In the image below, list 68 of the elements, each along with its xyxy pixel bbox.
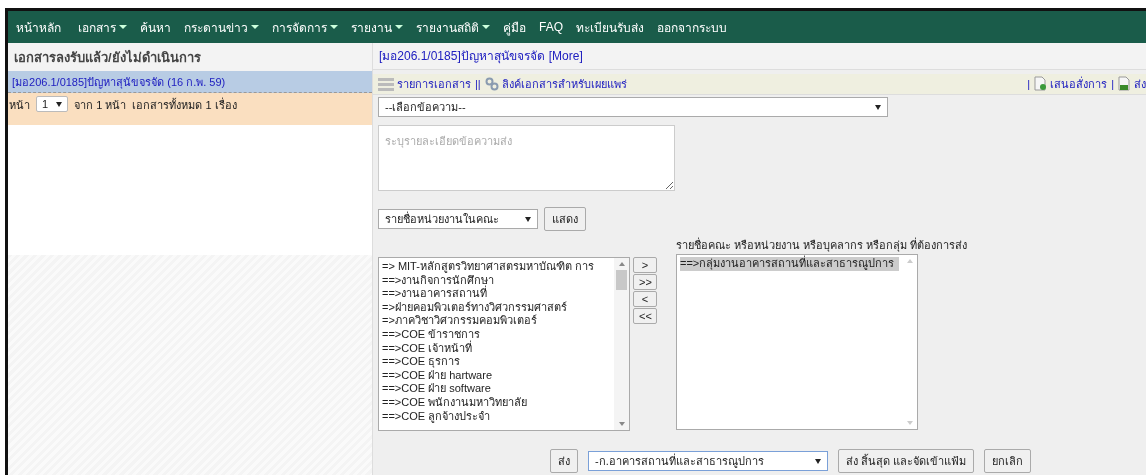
show-button[interactable]: แสดง xyxy=(544,207,586,231)
caret-icon xyxy=(482,25,490,29)
unit-select[interactable]: รายชื่อหน่วยงานในคณะ xyxy=(378,209,538,229)
toolbar-link[interactable]: รายการเอกสาร xyxy=(397,74,471,93)
nav-menu-item[interactable]: ทะเบียนรับส่ง xyxy=(576,17,644,37)
send-button[interactable]: ส่ง xyxy=(550,449,578,473)
toolbar-link[interactable]: ส่ง xyxy=(1134,74,1146,93)
message-detail-field[interactable]: ระบุรายละเอียดข้อความส่ง xyxy=(378,125,675,191)
toolbar-link[interactable]: ลิงค์เอกสารสำหรับเผยแพร่ xyxy=(501,74,627,93)
link-icon xyxy=(484,76,499,91)
caret-icon xyxy=(330,25,338,29)
group-select[interactable]: -ก.อาคารสถานที่และสาธารณูปการ xyxy=(588,451,828,471)
list-icon xyxy=(378,76,394,91)
recipient-option[interactable]: ==>กลุ่มงานอาคารสถานที่และสาธารณูปการ xyxy=(680,257,899,271)
dropdown-arrow-icon xyxy=(56,101,63,107)
send-finish-button[interactable]: ส่ง สิ้นสุด และจัดเข้าแฟ้ม xyxy=(838,449,975,473)
unit-option[interactable]: ==>COE พนักงานมหาวิทยาลัย xyxy=(382,395,611,410)
separator-text: || xyxy=(475,77,481,90)
nav-menu-item[interactable]: การจัดการ xyxy=(272,17,338,37)
document-add-icon xyxy=(1034,76,1048,92)
document-title-link[interactable]: [มอ206.1/0185]ปัญหาสุนัขจรจัด xyxy=(379,46,545,66)
unit-option[interactable]: ==>COE ฝ่าย software xyxy=(382,382,611,396)
page-select[interactable]: 1 xyxy=(36,96,69,112)
caret-icon xyxy=(119,25,127,29)
nav-menu-item[interactable]: คู่มือ xyxy=(503,17,526,37)
transfer-button[interactable]: >> xyxy=(633,274,657,290)
more-link[interactable]: [More] xyxy=(548,48,583,63)
panel-title: เอกสารลงรับแล้ว/ยังไม่ดำเนินการ xyxy=(14,48,201,67)
transfer-button[interactable]: < xyxy=(633,291,657,307)
dropdown-arrow-icon xyxy=(525,216,531,222)
toolbar-link[interactable]: เสนอสั่งการ xyxy=(1050,74,1108,93)
page-count-text: จาก 1 หน้า xyxy=(74,98,127,113)
scrollbar[interactable] xyxy=(614,258,629,430)
dropdown-arrow-icon xyxy=(815,458,821,464)
nav-menu-item[interactable]: FAQ xyxy=(539,20,563,34)
unit-option[interactable]: =>ฝ่ายคอมพิวเตอร์ทางวิศวกรรมศาสตร์ xyxy=(382,300,611,315)
unit-option[interactable]: ==>งานกิจการนักศึกษา xyxy=(382,273,611,288)
separator-text: | xyxy=(1027,77,1031,90)
dropdown-arrow-icon xyxy=(875,104,881,110)
nav-menu-item[interactable]: หน้าหลัก xyxy=(16,17,61,37)
recipient-listbox[interactable]: ==>กลุ่มงานอาคารสถานที่และสาธารณูปการ xyxy=(676,254,918,430)
unit-option[interactable]: ==>COE ข้าราชการ xyxy=(382,327,611,342)
unit-option[interactable]: => MIT-หลักสูตรวิทยาศาสตรมหาบัณฑิต การ xyxy=(382,260,611,274)
nav-menu-item[interactable]: เอกสาร xyxy=(78,17,127,37)
source-listbox[interactable] xyxy=(378,257,630,431)
nav-menu-item[interactable]: ค้นหา xyxy=(140,17,171,37)
transfer-button[interactable]: > xyxy=(633,257,657,273)
unit-option[interactable]: ==>COE ธุรการ xyxy=(382,355,611,369)
page-label: หน้า xyxy=(9,98,30,113)
cancel-button[interactable]: ยกเลิก xyxy=(984,449,1032,473)
unit-option[interactable]: ==>COE เจ้าหน้าที่ xyxy=(382,341,611,356)
unit-option[interactable]: ==>COE ฝ่าย hartware xyxy=(382,368,611,383)
nav-menu-item[interactable]: รายงาน xyxy=(351,17,403,37)
caret-icon xyxy=(251,25,259,29)
nav-menu-item[interactable]: ออกจากระบบ xyxy=(657,17,727,37)
caret-icon xyxy=(395,25,403,29)
unit-option[interactable]: =>ภาควิชาวิศวกรรมคอมพิวเตอร์ xyxy=(382,314,611,328)
nav-menu-item[interactable]: รายงานสถิติ xyxy=(416,17,490,37)
recipients-label: รายชื่อคณะ หรือหน่วยงาน หรือบุคลากร หรือกลุ่ม ที่ต้องการส่ง xyxy=(676,236,968,254)
nav-menu-item[interactable]: กระดานข่าว xyxy=(184,17,259,37)
unit-option[interactable]: ==>งานอาคารสถานที่ xyxy=(382,287,611,301)
unit-option[interactable]: ==>COE ลูกจ้างประจำ xyxy=(382,409,611,424)
transfer-button[interactable]: << xyxy=(633,308,657,324)
document-send-icon xyxy=(1118,76,1131,92)
message-select[interactable]: --เลือกข้อความ-- xyxy=(378,97,888,117)
document-total-text: เอกสารทั้งหมด 1 เรื่อง xyxy=(132,96,237,113)
separator-text: | xyxy=(1111,77,1114,90)
document-list-item[interactable]: [มอ206.1/0185]ปัญหาสุนัขจรจัด (16 ก.พ. 59) xyxy=(8,71,372,93)
